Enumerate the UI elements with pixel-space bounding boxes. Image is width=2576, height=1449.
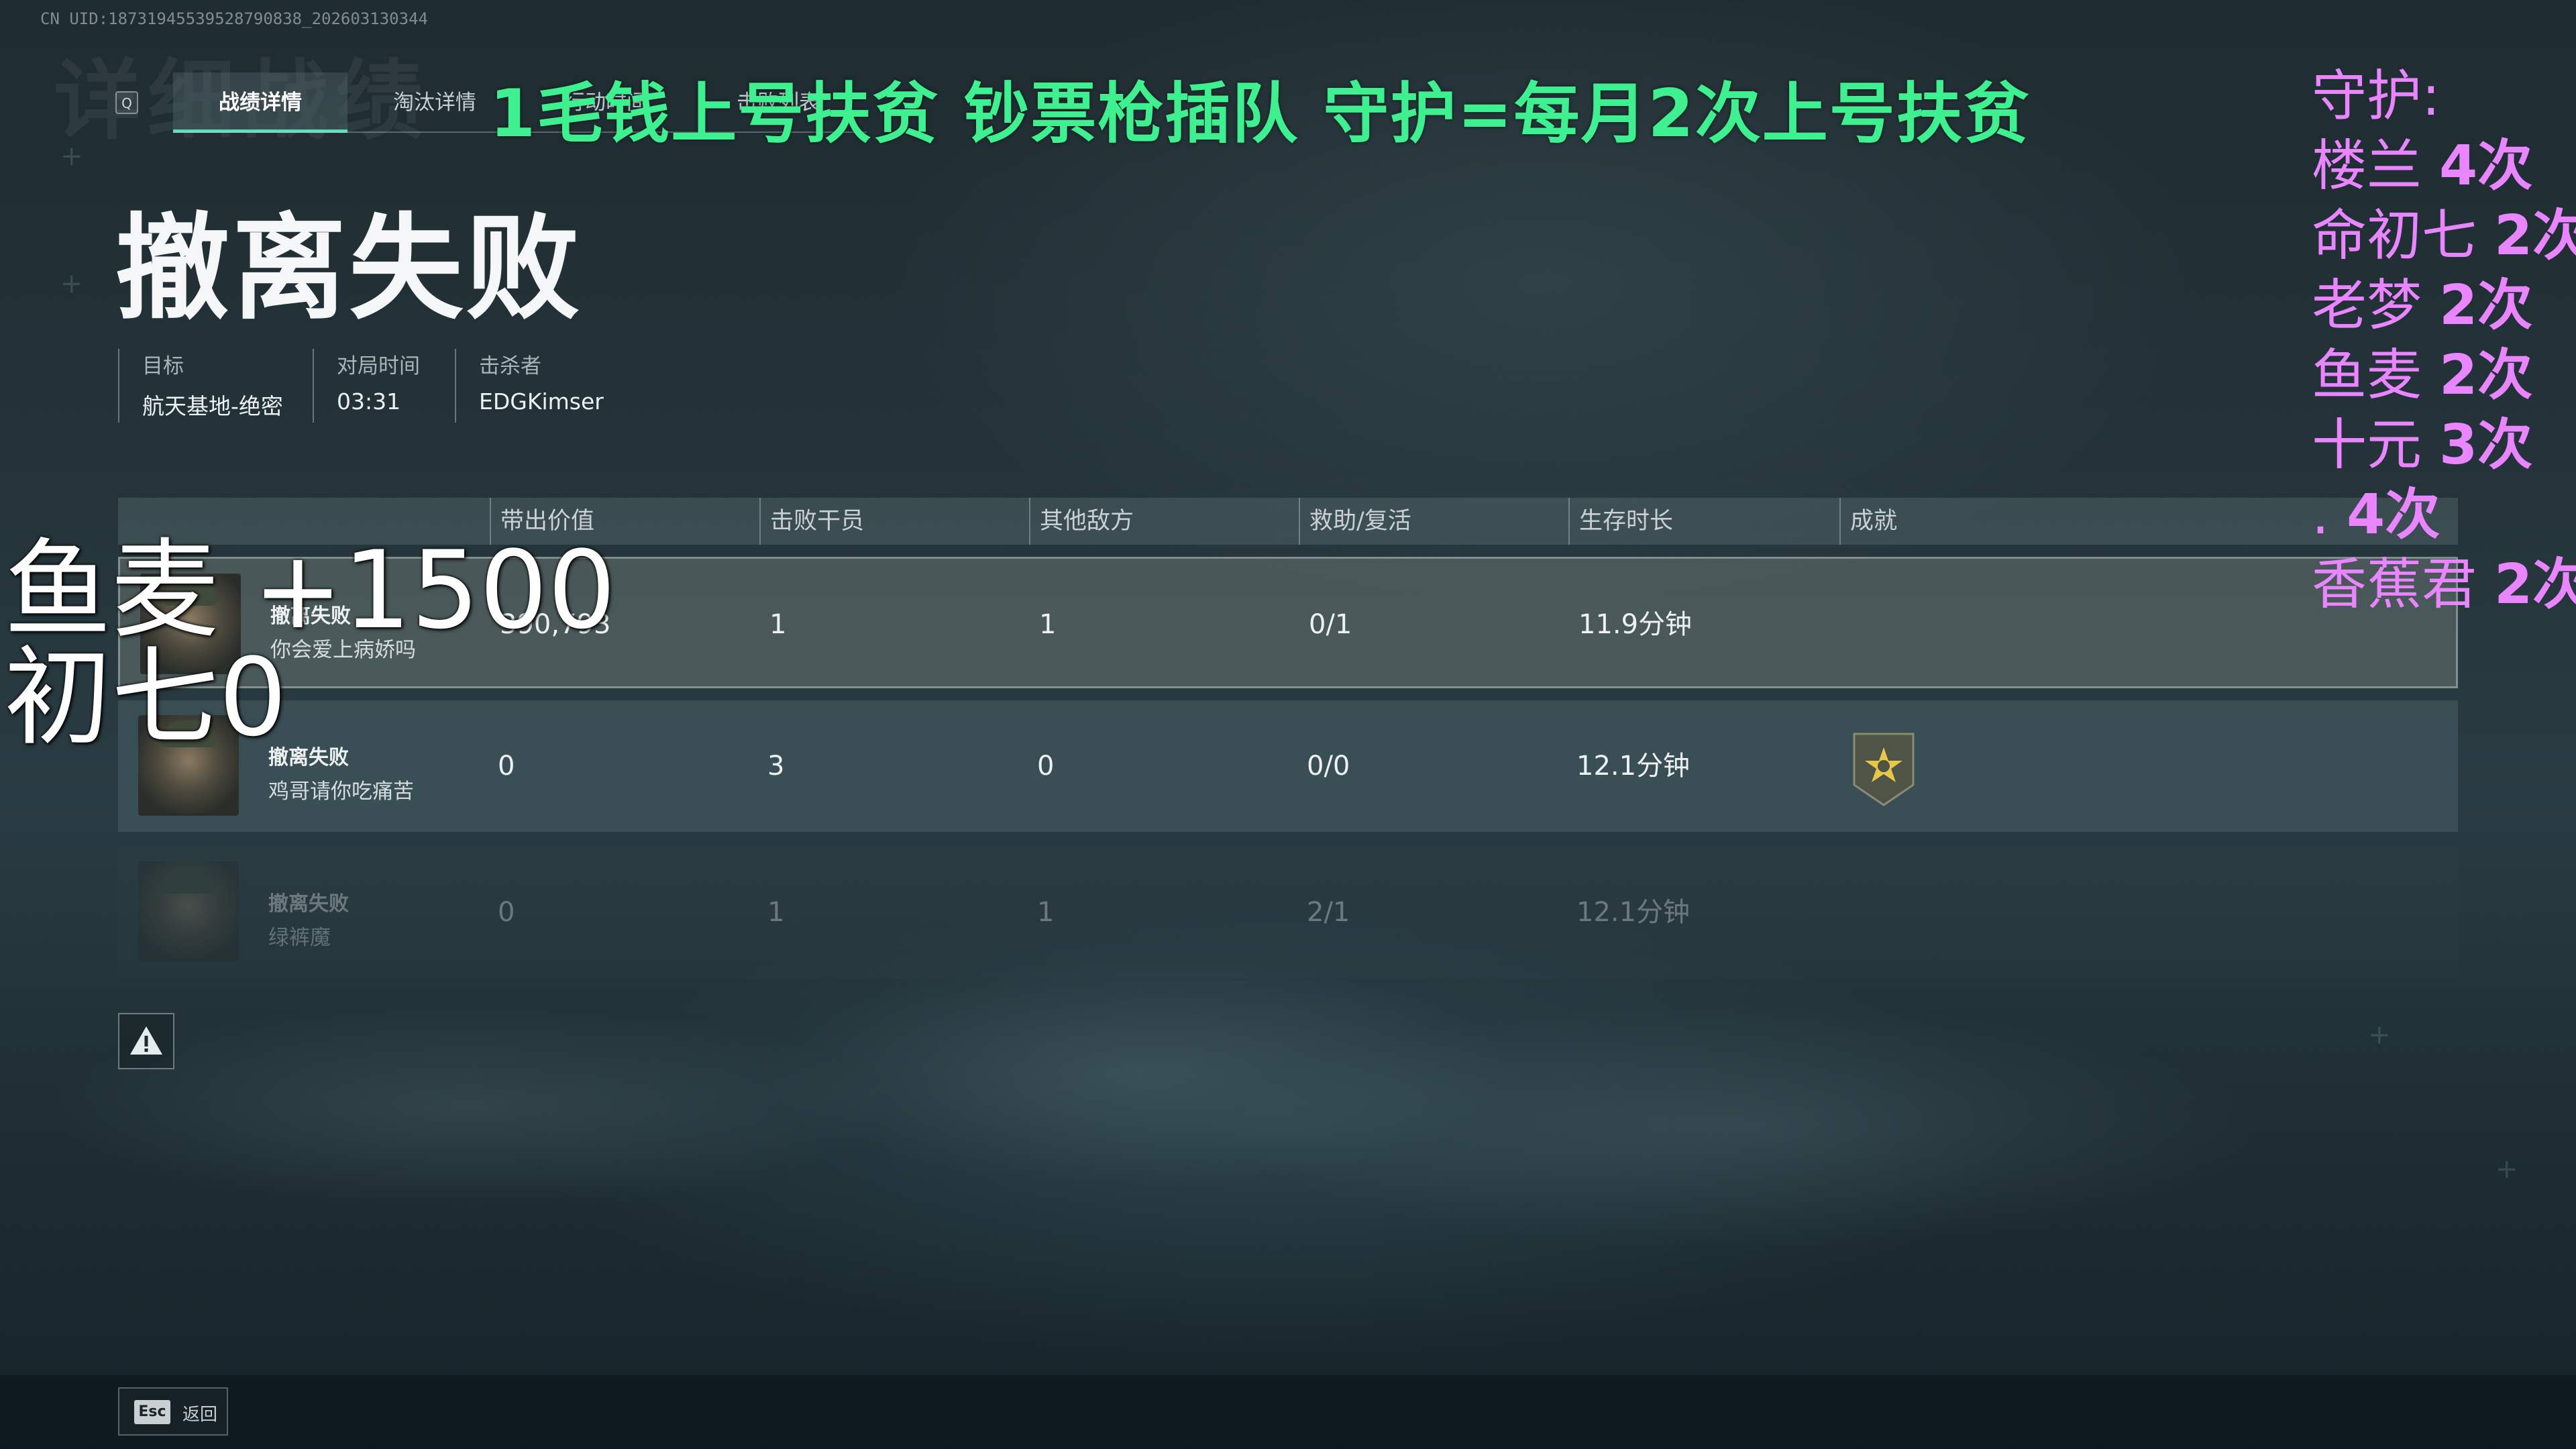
player-status: 撤离失败	[268, 892, 349, 916]
back-button[interactable]: Esc 返回	[118, 1387, 228, 1436]
table-row[interactable]: 撤离失败 绿裤魔 0 1 1 2/1 12.1分钟	[118, 847, 2458, 978]
info-target: 目标 航天基地-绝密	[118, 349, 310, 423]
cell-kills: 1	[767, 897, 785, 928]
cell-others: 1	[1039, 609, 1057, 640]
guard-item: 十元 3次	[2312, 411, 2576, 480]
esc-key-icon: Esc	[134, 1400, 170, 1424]
guard-item: 命初七 2次	[2312, 201, 2576, 271]
killer-label: 击杀者	[479, 354, 541, 378]
cell-value: 0	[498, 751, 515, 782]
guard-name: 十元	[2312, 413, 2440, 477]
guard-name: .	[2312, 483, 2347, 547]
cell-others: 0	[1037, 751, 1055, 782]
cell-survival: 12.1分钟	[1576, 751, 1690, 782]
col-header-others: 其他敌方	[1029, 498, 1134, 545]
back-label: 返回	[182, 1405, 218, 1425]
guard-title: 守护:	[2312, 64, 2440, 128]
guard-count: 2次	[2494, 553, 2576, 616]
cell-kills: 3	[767, 751, 785, 782]
overlay-line-1: 鱼麦 +1500	[4, 527, 616, 653]
guard-name: 香蕉君	[2312, 553, 2495, 616]
guard-name: 鱼麦	[2312, 343, 2440, 407]
target-label: 目标	[142, 354, 184, 378]
cell-assist: 2/1	[1307, 897, 1350, 928]
cell-assist: 0/1	[1309, 609, 1352, 640]
cell-value: 0	[498, 897, 515, 928]
uid-text: CN UID:187319455395287908​38_20260313034…	[40, 9, 428, 28]
guard-count: 2次	[2439, 274, 2533, 337]
crosshair-mark: +	[2368, 1020, 2391, 1051]
tab-record-detail[interactable]: 战绩详情	[173, 72, 347, 133]
guard-item: 楼兰 4次	[2312, 131, 2576, 201]
cell-assist: 0/0	[1307, 751, 1350, 782]
col-header-achievement: 成就	[1839, 498, 1897, 545]
stream-banner: 1毛钱上号扶贫 钞票枪插队 守护=每月2次上号扶贫	[490, 76, 2031, 152]
target-value: 航天基地-绝密	[142, 393, 283, 419]
guard-name: 楼兰	[2312, 134, 2440, 198]
guard-count: 4次	[2439, 134, 2533, 198]
avatar	[138, 861, 239, 962]
crosshair-mark: +	[2496, 1154, 2518, 1185]
time-label: 对局时间	[337, 354, 420, 378]
col-header-survival: 生存时长	[1568, 498, 1673, 545]
col-header-kills: 击败干员	[759, 498, 864, 545]
col-header-assist: 救助/复活	[1299, 498, 1411, 545]
guard-name: 老梦	[2312, 274, 2440, 337]
player-name: 绿裤魔	[268, 926, 331, 950]
page-title: 撤离失败	[115, 203, 583, 335]
footer-bar	[0, 1375, 2576, 1449]
guard-item: . 4次	[2312, 480, 2576, 550]
guard-name: 命初七	[2312, 204, 2495, 268]
info-killer: 击杀者 EDGKimser	[455, 349, 653, 423]
guard-count: 2次	[2439, 343, 2533, 407]
time-value: 03:31	[337, 388, 401, 415]
cell-kills: 1	[769, 609, 787, 640]
report-button[interactable]	[118, 1013, 174, 1069]
guard-item: 鱼麦 2次	[2312, 341, 2576, 411]
info-time: 对局时间 03:31	[313, 349, 451, 423]
q-key-hint[interactable]: Q	[115, 91, 138, 114]
overlay-line-2: 初七0	[4, 635, 287, 760]
guard-count: 2次	[2494, 204, 2576, 268]
guard-item: 香蕉君 2次	[2312, 550, 2576, 620]
guard-list: 守护: 楼兰 4次 命初七 2次 老梦 2次 鱼麦 2次 十元 3次 . 4次 …	[2312, 62, 2576, 620]
warning-icon	[130, 1026, 162, 1055]
table-row[interactable]: 撤离失败 鸡哥请你吃痛苦 0 3 0 0/0 12.1分钟	[118, 700, 2458, 832]
guard-item: 老梦 2次	[2312, 271, 2576, 341]
player-name: 鸡哥请你吃痛苦	[268, 780, 414, 804]
cell-survival: 11.9分钟	[1578, 609, 1693, 640]
killer-value: EDGKimser	[479, 388, 604, 415]
crosshair-mark: +	[60, 268, 83, 299]
guard-count: 4次	[2347, 483, 2440, 547]
badge-icon[interactable]	[1851, 733, 1916, 806]
cell-survival: 12.1分钟	[1576, 897, 1690, 928]
guard-count: 3次	[2439, 413, 2533, 477]
cell-others: 1	[1037, 897, 1055, 928]
crosshair-mark: +	[60, 141, 83, 172]
